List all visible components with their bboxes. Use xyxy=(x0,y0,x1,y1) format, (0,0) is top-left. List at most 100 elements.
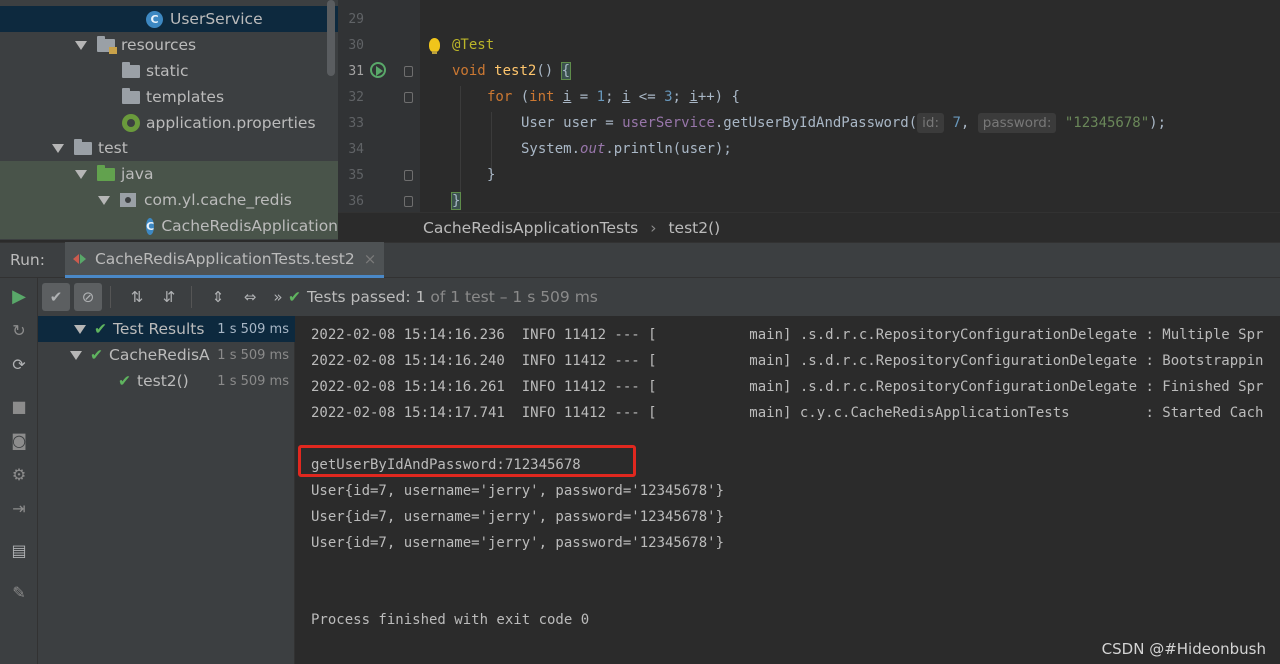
toolbar-divider xyxy=(110,286,111,308)
parameter-hint: password: xyxy=(977,113,1057,133)
console-line: User{id=7, username='jerry', password='1… xyxy=(311,483,725,499)
code-token: ); xyxy=(1149,115,1167,131)
sort-by-duration-icon[interactable]: ⇵ xyxy=(155,283,183,311)
class-icon: C xyxy=(146,10,163,28)
expand-arrow-icon[interactable] xyxy=(70,350,82,360)
expand-arrow-icon[interactable] xyxy=(75,40,87,50)
package-icon xyxy=(120,193,136,207)
tree-item-test-class[interactable]: C CacheRedisApplication xyxy=(0,213,338,239)
exit-icon[interactable]: ⇥ xyxy=(8,498,30,520)
tree-item-package[interactable]: com.yl.cache_redis xyxy=(0,187,338,213)
line-number: 30 xyxy=(348,38,364,53)
parameter-hint: id: xyxy=(917,113,945,133)
rerun-icon[interactable]: ▶ xyxy=(8,286,30,308)
passed-check-icon: ✔ xyxy=(94,320,107,338)
pin-icon[interactable]: ✎ xyxy=(8,582,30,604)
test-passed-icon: ✔ xyxy=(288,288,301,306)
number-token: 3 xyxy=(664,89,673,105)
brace-token: } xyxy=(487,167,496,183)
run-test-icon[interactable] xyxy=(370,62,386,78)
tree-item-label: resources xyxy=(121,36,197,54)
show-passed-icon[interactable]: ✔ xyxy=(42,283,70,311)
status-count: 1 xyxy=(415,288,426,306)
close-icon[interactable]: × xyxy=(364,250,377,268)
rerun-failed-icon[interactable]: ↻ xyxy=(8,320,30,342)
expand-arrow-icon[interactable] xyxy=(98,195,110,205)
expand-all-icon[interactable]: ⇕ xyxy=(204,283,232,311)
test-results-root[interactable]: ✔ Test Results 1 s 509 ms xyxy=(38,316,295,342)
code-line-34: System.out.println(user); xyxy=(521,136,732,162)
tree-item-label: com.yl.cache_redis xyxy=(144,191,292,209)
line-number: 29 xyxy=(348,12,364,27)
collapse-all-icon[interactable]: ⇔ xyxy=(236,283,264,311)
console-line: User{id=7, username='jerry', password='1… xyxy=(311,535,725,551)
stop-icon[interactable]: ■ xyxy=(8,396,30,418)
static-field-token: out xyxy=(580,141,606,157)
camera-icon[interactable]: ◙ xyxy=(8,430,30,452)
code-line-31: void test2() { xyxy=(452,58,572,84)
toggle-auto-test-icon[interactable]: ⟳ xyxy=(8,354,30,376)
tree-item-userservice[interactable]: C UserService xyxy=(0,6,338,32)
more-actions-icon[interactable]: » xyxy=(268,283,288,311)
test-results-tree: ✔ Test Results 1 s 509 ms ✔ CacheRedisAp… xyxy=(38,316,295,664)
tree-item-static[interactable]: static xyxy=(0,58,338,84)
tree-item-label: application.properties xyxy=(146,114,316,132)
tree-item-label: templates xyxy=(146,88,225,106)
red-highlight-box xyxy=(298,445,636,477)
sort-alphabetically-icon[interactable]: ⇅ xyxy=(123,283,151,311)
line-number: 33 xyxy=(348,116,364,131)
annotation-token: @Test xyxy=(452,37,495,53)
test-node-label: Test Results xyxy=(113,320,205,338)
fold-marker-icon[interactable] xyxy=(404,170,413,181)
editor-gutter: 29 30 31 32 33 34 35 36 xyxy=(338,0,420,212)
resources-folder-icon xyxy=(97,35,117,54)
breadcrumb-method[interactable]: test2() xyxy=(668,219,720,237)
test-status: Tests passed: 1 of 1 test – 1 s 509 ms xyxy=(307,288,598,306)
line-number: 36 xyxy=(348,194,364,209)
run-label: Run: xyxy=(10,251,45,269)
test-method-node[interactable]: ✔ test2() 1 s 509 ms xyxy=(38,368,295,394)
layout-icon[interactable]: ▤ xyxy=(8,540,30,562)
tree-item-templates[interactable]: templates xyxy=(0,84,338,110)
tree-item-java[interactable]: java xyxy=(0,161,338,187)
vertical-scrollbar[interactable] xyxy=(327,0,335,76)
status-prefix: Tests passed: xyxy=(307,288,411,306)
tree-item-label: test xyxy=(98,139,128,157)
code-token: = xyxy=(571,89,597,105)
console-line: 2022-02-08 15:14:16.240 INFO 11412 --- [… xyxy=(311,353,1264,369)
run-tool-window-header: Run: CacheRedisApplicationTests.test2 × xyxy=(0,242,1280,278)
code-token: ; xyxy=(605,89,622,105)
settings-icon[interactable]: ⚙ xyxy=(8,464,30,486)
tree-item-test[interactable]: test xyxy=(0,135,338,161)
code-token: .println(user); xyxy=(605,141,732,157)
passed-check-icon: ✔ xyxy=(90,346,103,364)
code-line-30: @Test xyxy=(452,32,494,58)
expand-arrow-icon[interactable] xyxy=(74,324,86,334)
console-line: Process finished with exit code 0 xyxy=(311,612,590,628)
expand-arrow-icon[interactable] xyxy=(75,169,87,179)
folder-icon xyxy=(74,138,92,155)
expand-arrow-icon[interactable] xyxy=(52,143,64,153)
fold-marker-icon[interactable] xyxy=(404,196,413,207)
breadcrumb-class[interactable]: CacheRedisApplicationTests xyxy=(423,219,638,237)
code-token: ++) { xyxy=(697,89,740,105)
fold-marker-icon[interactable] xyxy=(404,66,413,77)
code-editor[interactable]: @Test void test2() { for (int i = 1; i <… xyxy=(420,0,1280,212)
tree-item-application-properties[interactable]: application.properties xyxy=(0,110,338,136)
tree-item-resources[interactable]: resources xyxy=(0,32,338,58)
console-output[interactable]: 2022-02-08 15:14:16.236 INFO 11412 --- [… xyxy=(296,316,1280,664)
run-config-tab[interactable]: CacheRedisApplicationTests.test2 × xyxy=(64,242,385,278)
method-name-token: test2 xyxy=(494,63,537,79)
indent-guide xyxy=(460,86,461,196)
show-ignored-icon[interactable]: ⊘ xyxy=(74,283,102,311)
watermark: CSDN @#Hideonbush xyxy=(1101,640,1266,658)
toolbar-divider xyxy=(191,286,192,308)
number-token: 1 xyxy=(596,89,606,105)
class-icon: C xyxy=(146,217,155,235)
test-runner-toolbar: ✔ ⊘ ⇅ ⇵ ⇕ ⇔ » ✔ Tests passed: 1 of 1 tes… xyxy=(38,278,1280,316)
test-class-node[interactable]: ✔ CacheRedisAp 1 s 509 ms xyxy=(38,342,295,368)
lightbulb-icon[interactable] xyxy=(429,38,440,54)
keyword-token: void xyxy=(452,63,486,79)
code-token: System. xyxy=(521,141,581,157)
fold-marker-icon[interactable] xyxy=(404,92,413,103)
